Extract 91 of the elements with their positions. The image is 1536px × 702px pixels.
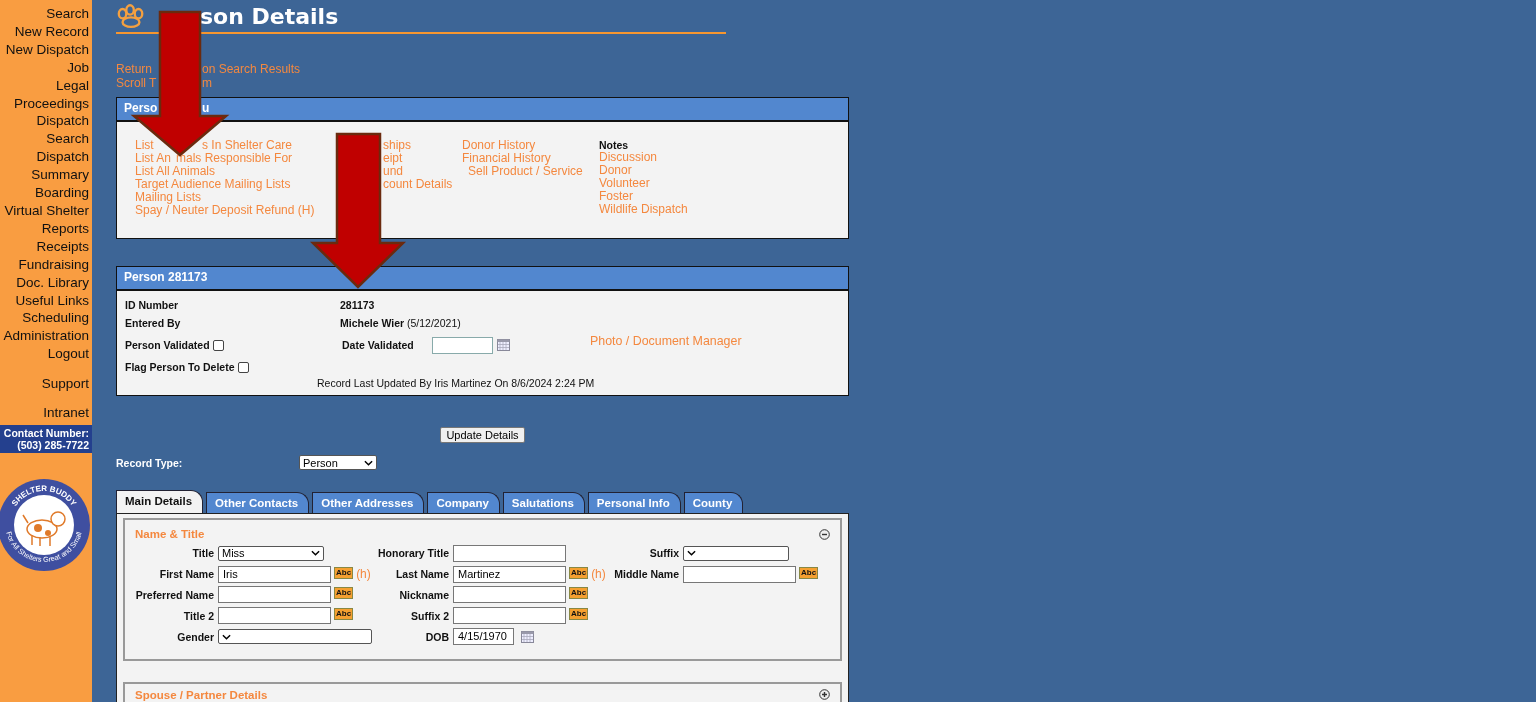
tab[interactable]: County bbox=[683, 492, 744, 513]
date-field[interactable] bbox=[432, 336, 493, 354]
text-field[interactable] bbox=[453, 607, 566, 625]
panel-header: Perso u bbox=[117, 98, 848, 122]
update-details-button[interactable]: Update Details bbox=[440, 427, 525, 443]
sidebar-link[interactable]: New Dispatch bbox=[5, 40, 92, 59]
sidebar-link[interactable]: Dispatch bbox=[36, 112, 92, 131]
sidebar-link[interactable]: Useful Links bbox=[15, 291, 92, 310]
contact-label: Contact Number: bbox=[3, 426, 89, 439]
text-field[interactable]: Iris bbox=[218, 565, 331, 583]
dropdown[interactable]: Miss bbox=[218, 545, 324, 561]
record-type-label: Record Type: bbox=[116, 456, 184, 469]
contact-phone: (503) 285-7722 bbox=[17, 438, 89, 451]
calendar-icon[interactable] bbox=[497, 339, 510, 351]
expand-icon[interactable] bbox=[819, 689, 830, 701]
text-field[interactable] bbox=[218, 607, 331, 625]
field-value: 281173 bbox=[340, 299, 375, 311]
calendar-icon[interactable] bbox=[521, 630, 534, 643]
caret-icon bbox=[364, 459, 373, 466]
last-updated-note: Record Last Updated By Iris Martinez On 8/6/2024 2:24 PM bbox=[317, 377, 595, 389]
section-title: Spouse / Partner Details bbox=[135, 689, 268, 701]
caret-icon bbox=[222, 633, 231, 640]
page-title: son Details bbox=[200, 3, 339, 29]
checkbox[interactable] bbox=[212, 339, 224, 351]
field-value: Michele Wier (5/12/2021) bbox=[340, 317, 461, 329]
sidebar-link[interactable]: Intranet bbox=[43, 404, 92, 422]
sidebar-link[interactable]: New Record bbox=[14, 22, 92, 41]
field-label: Title 2 bbox=[182, 609, 214, 622]
sidebar-link[interactable]: Job bbox=[67, 58, 92, 77]
sidebar-link[interactable]: Proceedings bbox=[13, 94, 92, 113]
spell-check-icon[interactable]: Abc bbox=[569, 587, 589, 600]
field-label: Flag Person To Delete bbox=[125, 361, 235, 373]
sidebar-link[interactable]: Doc. Library bbox=[16, 273, 92, 292]
sidebar-link[interactable]: Logout bbox=[47, 345, 92, 364]
caret-icon bbox=[687, 550, 696, 557]
text-field[interactable]: Martinez bbox=[453, 565, 566, 583]
field-label: Last Name bbox=[394, 568, 449, 581]
caret-icon bbox=[311, 550, 320, 557]
text-field[interactable] bbox=[683, 565, 796, 583]
sidebar-link[interactable]: Legal bbox=[55, 76, 92, 95]
sidebar-link[interactable]: Search bbox=[46, 130, 92, 149]
field-label: Nickname bbox=[398, 589, 449, 601]
text-field[interactable] bbox=[453, 544, 566, 562]
tab[interactable]: Company bbox=[427, 492, 500, 513]
tab[interactable]: Main Details bbox=[116, 490, 204, 513]
spell-check-icon[interactable]: Abc bbox=[569, 566, 589, 579]
sidebar-link[interactable]: Receipts bbox=[36, 237, 92, 256]
field-label: Person Validated bbox=[125, 339, 210, 351]
sidebar-link[interactable]: Reports bbox=[41, 219, 92, 238]
checkbox[interactable] bbox=[237, 361, 249, 373]
section-title: Name & Title bbox=[135, 528, 205, 540]
dropdown[interactable] bbox=[218, 629, 372, 645]
field-label: Title bbox=[191, 547, 214, 560]
dropdown[interactable] bbox=[683, 545, 789, 561]
spell-check-icon[interactable]: Abc bbox=[569, 608, 589, 621]
tab[interactable]: Other Addresses bbox=[312, 492, 425, 513]
spell-check-icon[interactable]: Abc bbox=[799, 566, 819, 579]
record-type-select[interactable]: Person bbox=[299, 455, 377, 470]
field-label: Entered By bbox=[125, 317, 182, 329]
field-label: Honorary Title bbox=[378, 547, 449, 560]
sidebar-link[interactable]: Summary bbox=[31, 166, 92, 185]
sidebar-link[interactable]: Fundraising bbox=[18, 255, 92, 274]
notes-heading: Notes bbox=[599, 139, 629, 151]
spell-check-icon[interactable]: Abc bbox=[334, 587, 354, 600]
sidebar-link[interactable]: Virtual Shelter bbox=[4, 201, 92, 220]
sidebar-link[interactable]: Search bbox=[46, 5, 92, 23]
field-label: First Name bbox=[158, 568, 214, 581]
field-label: Middle Name bbox=[613, 568, 679, 581]
paw-icon bbox=[116, 3, 146, 29]
field-label: DOB bbox=[424, 630, 449, 643]
sidebar-link[interactable]: Administration bbox=[3, 327, 92, 346]
sidebar-link[interactable]: Scheduling bbox=[22, 309, 92, 328]
field-label: Date Validated bbox=[342, 339, 415, 351]
field-label: Suffix 2 bbox=[410, 609, 449, 622]
field-label: Preferred Name bbox=[135, 589, 214, 601]
field-label: Suffix bbox=[648, 547, 679, 560]
tab[interactable]: Personal Info bbox=[587, 492, 681, 513]
sidebar-link[interactable]: Boarding bbox=[34, 184, 92, 202]
tab[interactable]: Other Contacts bbox=[206, 492, 310, 513]
sidebar-link[interactable]: Dispatch bbox=[36, 148, 92, 167]
text-field[interactable] bbox=[453, 586, 566, 604]
spell-check-icon[interactable]: Abc bbox=[334, 566, 354, 579]
date-field[interactable]: 4/15/1970 bbox=[453, 628, 514, 646]
sidebar-link[interactable]: Support bbox=[41, 374, 92, 393]
collapse-icon[interactable] bbox=[819, 528, 830, 540]
text-field[interactable] bbox=[218, 586, 331, 604]
panel-header: Person 281173 bbox=[117, 267, 848, 291]
tab[interactable]: Salutations bbox=[502, 492, 585, 513]
spell-check-icon[interactable]: Abc bbox=[334, 608, 354, 621]
field-label: Gender bbox=[176, 630, 214, 643]
field-label: ID Number bbox=[125, 299, 180, 311]
